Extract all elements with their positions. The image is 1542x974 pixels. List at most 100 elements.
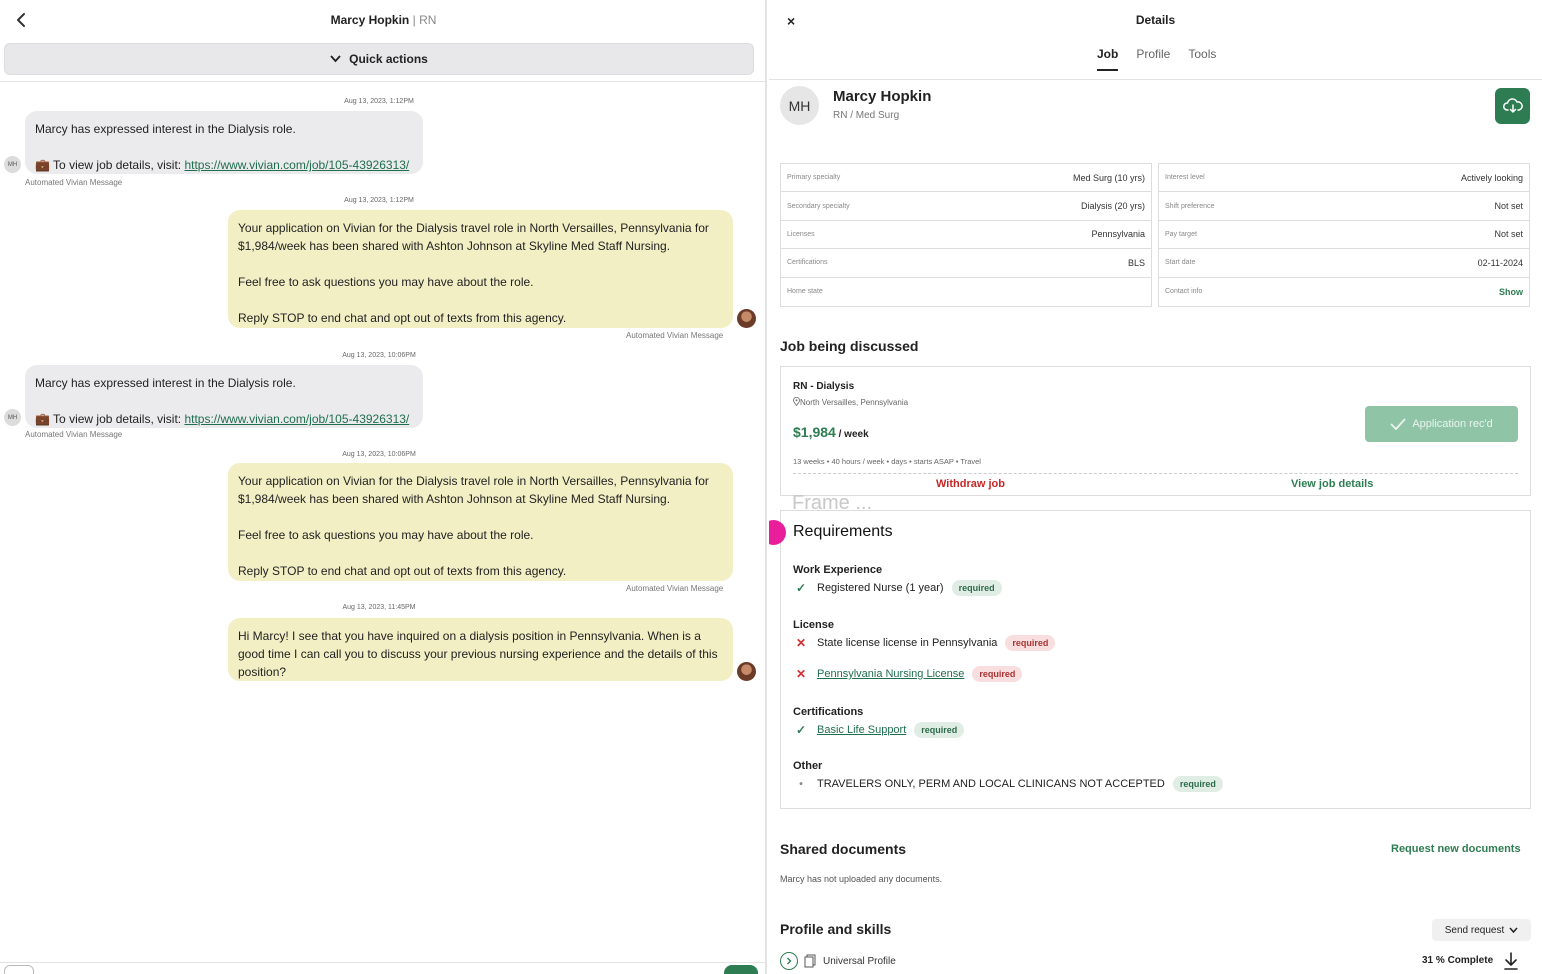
view-job-details-link[interactable]: View job details bbox=[1291, 478, 1373, 490]
message-text: Reply STOP to end chat and opt out of te… bbox=[238, 311, 567, 325]
message-timestamp: Aug 13, 2023, 10:06PM bbox=[342, 352, 416, 359]
message-text: Feel free to ask questions you may have … bbox=[238, 275, 534, 289]
info-value: 02-11-2024 bbox=[1477, 257, 1523, 268]
show-contact-link[interactable]: Show bbox=[1499, 287, 1523, 297]
send-request-dropdown[interactable]: Send request bbox=[1432, 919, 1531, 941]
document-icon bbox=[804, 954, 816, 968]
message-text: Reply STOP to end chat and opt out of te… bbox=[238, 564, 567, 578]
message-timestamp: Aug 13, 2023, 1:12PM bbox=[344, 197, 414, 204]
bullet-icon: • bbox=[799, 778, 803, 790]
message-text: Your application on Vivian for the Dialy… bbox=[238, 221, 709, 253]
requirement-group-title: License bbox=[793, 619, 834, 631]
chat-title-separator: | bbox=[412, 13, 416, 27]
requirement-text: State license license in Pennsylvania bbox=[817, 637, 998, 649]
message-timestamp: Aug 13, 2023, 11:45PM bbox=[342, 604, 416, 611]
requirement-item: ✓ Registered Nurse (1 year) required bbox=[793, 580, 1002, 596]
tab-profile[interactable]: Profile bbox=[1136, 47, 1170, 71]
job-meta: 13 weeks • 40 hours / week • days • star… bbox=[793, 457, 981, 466]
profile-skills-title: Profile and skills bbox=[780, 921, 892, 937]
job-link-prefix: 💼 To view job details, visit: bbox=[35, 158, 185, 172]
checkmark-icon: ✓ bbox=[795, 723, 807, 737]
chevron-down-icon bbox=[330, 55, 341, 63]
incoming-message: Marcy has expressed interest in the Dial… bbox=[25, 111, 423, 174]
info-label: Interest level bbox=[1165, 174, 1205, 182]
message-text: 💼 To view job details, visit: https://ww… bbox=[35, 410, 413, 428]
requirement-link[interactable]: Basic Life Support bbox=[817, 724, 906, 736]
chat-header: Marcy Hopkin | RN bbox=[0, 0, 765, 40]
avatar bbox=[737, 662, 756, 681]
details-tabs: Job Profile Tools bbox=[1097, 47, 1216, 71]
request-new-documents-link[interactable]: Request new documents bbox=[1391, 843, 1521, 855]
automated-label: Automated Vivian Message bbox=[25, 178, 123, 187]
quick-actions-button[interactable]: Quick actions bbox=[4, 43, 754, 75]
chat-contact-role: RN bbox=[419, 13, 437, 27]
job-pay-unit: / week bbox=[835, 429, 869, 440]
send-button[interactable] bbox=[724, 965, 758, 974]
avatar bbox=[737, 309, 756, 328]
divider bbox=[793, 473, 1518, 474]
application-received-button[interactable]: Application rec'd bbox=[1365, 406, 1518, 442]
withdraw-job-button[interactable]: Withdraw job bbox=[936, 478, 1005, 490]
info-value: Med Surg (10 yrs) bbox=[1072, 172, 1145, 183]
message-timestamp: Aug 13, 2023, 1:12PM bbox=[344, 98, 414, 105]
avatar: MH bbox=[4, 409, 21, 426]
info-label: Contact info bbox=[1165, 288, 1203, 296]
divider bbox=[769, 79, 1542, 80]
message-text: Your application on Vivian for the Dialy… bbox=[238, 474, 709, 506]
details-pane: × Details Job Profile Tools MH Marcy Hop… bbox=[769, 0, 1542, 974]
download-icon[interactable] bbox=[1504, 952, 1518, 974]
message-text: Marcy has expressed interest in the Dial… bbox=[35, 122, 296, 136]
info-row: Secondary specialty Dialysis (20 yrs) bbox=[781, 192, 1151, 221]
info-label: Primary specialty bbox=[787, 174, 841, 182]
attachment-icon[interactable] bbox=[4, 965, 34, 974]
profile-info-table-left: Primary specialty Med Surg (10 yrs) Secon… bbox=[780, 163, 1152, 307]
expand-chevron-icon[interactable] bbox=[780, 952, 798, 970]
info-label: Shift preference bbox=[1165, 202, 1215, 210]
info-label: Start date bbox=[1165, 259, 1196, 267]
send-request-label: Send request bbox=[1444, 924, 1505, 936]
universal-profile-row: Universal Profile bbox=[780, 952, 896, 970]
automated-label: Automated Vivian Message bbox=[626, 331, 724, 340]
info-value: Not set bbox=[1494, 201, 1523, 212]
info-label: Secondary specialty bbox=[787, 202, 850, 210]
requirement-link[interactable]: Pennsylvania Nursing License bbox=[817, 668, 964, 680]
tab-tools[interactable]: Tools bbox=[1188, 47, 1216, 71]
job-role: RN - Dialysis bbox=[793, 381, 855, 392]
requirement-text: TRAVELERS ONLY, PERM AND LOCAL CLINICANS… bbox=[817, 778, 1165, 790]
requirement-group-title: Other bbox=[793, 760, 823, 772]
job-pay: $1,984 / week bbox=[793, 424, 869, 440]
documents-empty-state: Marcy has not uploaded any documents. bbox=[780, 874, 943, 884]
job-pay-amount: $1,984 bbox=[793, 424, 836, 440]
automated-label: Automated Vivian Message bbox=[626, 584, 724, 593]
info-row: Home state bbox=[781, 278, 1151, 306]
message-text: Hi Marcy! I see that you have inquired o… bbox=[238, 629, 718, 679]
application-received-label: Application rec'd bbox=[1412, 418, 1493, 430]
job-link[interactable]: https://www.vivian.com/job/105-43926313/ bbox=[184, 412, 409, 426]
requirement-item: ✕ Pennsylvania Nursing License required bbox=[793, 666, 1023, 682]
requirement-group-title: Work Experience bbox=[793, 564, 883, 576]
info-value: BLS bbox=[1127, 257, 1145, 268]
details-title: Details bbox=[1135, 13, 1176, 27]
outgoing-message: Hi Marcy! I see that you have inquired o… bbox=[228, 618, 733, 681]
job-location-text: North Versailles, Pennsylvania bbox=[800, 398, 909, 407]
required-badge: required bbox=[1005, 635, 1056, 651]
cloud-download-button[interactable] bbox=[1495, 88, 1530, 124]
chat-pane: Marcy Hopkin | RN Quick actions Aug 13, … bbox=[0, 0, 767, 974]
profile-completion: 31 % Complete bbox=[1422, 955, 1494, 966]
requirements-card: Requirements Work Experience ✓ Registere… bbox=[780, 510, 1531, 809]
required-badge: required bbox=[972, 666, 1023, 682]
job-link[interactable]: https://www.vivian.com/job/105-43926313/ bbox=[184, 158, 409, 172]
avatar: MH bbox=[780, 86, 819, 125]
profile-info-table-right: Interest level Actively looking Shift pre… bbox=[1158, 163, 1530, 307]
info-label: Licenses bbox=[787, 230, 815, 238]
requirement-item: ✓ Basic Life Support required bbox=[793, 722, 965, 738]
message-composer bbox=[0, 962, 765, 974]
required-badge: required bbox=[914, 722, 965, 738]
avatar: MH bbox=[4, 156, 21, 173]
cross-icon: ✕ bbox=[795, 636, 807, 650]
quick-actions-label: Quick actions bbox=[349, 52, 428, 66]
info-row: Start date 02-11-2024 bbox=[1159, 249, 1529, 278]
checkmark-icon bbox=[1390, 418, 1406, 430]
tab-job[interactable]: Job bbox=[1097, 47, 1119, 71]
info-row: Shift preference Not set bbox=[1159, 192, 1529, 221]
